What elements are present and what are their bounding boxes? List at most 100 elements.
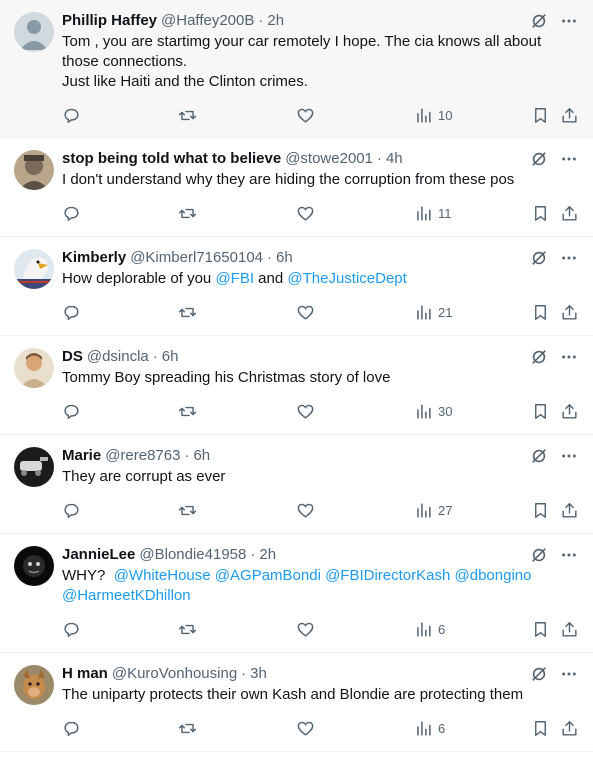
reply-button[interactable]: [62, 501, 81, 520]
avatar[interactable]: [14, 665, 54, 705]
like-button[interactable]: [296, 620, 315, 639]
avatar[interactable]: [14, 348, 54, 388]
views-button[interactable]: 30: [414, 402, 452, 421]
like-button[interactable]: [296, 204, 315, 223]
timestamp[interactable]: 6h: [193, 447, 210, 464]
more-options-icon[interactable]: [559, 149, 579, 169]
author-name[interactable]: JannieLee: [62, 546, 135, 563]
bookmark-button[interactable]: [531, 501, 550, 520]
author-handle[interactable]: @Blondie41958: [139, 546, 246, 563]
avatar[interactable]: [14, 249, 54, 289]
reply-tweet[interactable]: DS @dsincla · 6h Tommy Boy spreading his…: [0, 336, 593, 435]
reply-button[interactable]: [62, 402, 81, 421]
repost-button[interactable]: [178, 402, 197, 421]
grok-icon[interactable]: [529, 11, 549, 31]
bookmark-button[interactable]: [531, 204, 550, 223]
share-button[interactable]: [560, 501, 579, 520]
like-button[interactable]: [296, 303, 315, 322]
author-name[interactable]: Kimberly: [62, 249, 126, 266]
more-options-icon[interactable]: [559, 664, 579, 684]
grok-icon[interactable]: [529, 664, 549, 684]
timestamp[interactable]: 4h: [386, 150, 403, 167]
more-options-icon[interactable]: [559, 248, 579, 268]
reply-tweet[interactable]: Kimberly @Kimberl71650104 · 6h How deplo…: [0, 237, 593, 336]
repost-button[interactable]: [178, 501, 197, 520]
author-name[interactable]: stop being told what to believe: [62, 150, 281, 167]
bookmark-button[interactable]: [531, 719, 550, 738]
avatar[interactable]: [14, 546, 54, 586]
author-name[interactable]: H man: [62, 665, 108, 682]
mention-link[interactable]: @HarmeetKDhillon: [62, 587, 191, 604]
grok-icon[interactable]: [529, 248, 549, 268]
share-button[interactable]: [560, 106, 579, 125]
views-button[interactable]: 10: [414, 106, 452, 125]
author-handle[interactable]: @Haffey200B: [161, 12, 254, 29]
grok-icon[interactable]: [529, 446, 549, 466]
views-button[interactable]: 6: [414, 719, 445, 738]
grok-icon[interactable]: [529, 347, 549, 367]
share-button[interactable]: [560, 204, 579, 223]
reply-tweet[interactable]: Phillip Haffey @Haffey200B · 2h Tom , yo…: [0, 0, 593, 138]
views-button[interactable]: 21: [414, 303, 452, 322]
like-button[interactable]: [296, 719, 315, 738]
mention-link[interactable]: @AGPamBondi: [215, 567, 321, 584]
avatar[interactable]: [14, 447, 54, 487]
reply-tweet[interactable]: stop being told what to believe @stowe20…: [0, 138, 593, 237]
bookmark-button[interactable]: [531, 106, 550, 125]
mention-link[interactable]: @FBIDirectorKash: [325, 567, 450, 584]
reply-button[interactable]: [62, 303, 81, 322]
bookmark-button[interactable]: [531, 620, 550, 639]
reply-button[interactable]: [62, 106, 81, 125]
timestamp[interactable]: 3h: [250, 665, 267, 682]
like-button[interactable]: [296, 402, 315, 421]
reply-tweet[interactable]: Marie @rere8763 · 6h They are corrupt as…: [0, 435, 593, 534]
more-options-icon[interactable]: [559, 347, 579, 367]
mention-link[interactable]: @FBI: [215, 270, 254, 287]
author-handle[interactable]: @dsincla: [87, 348, 149, 365]
like-button[interactable]: [296, 106, 315, 125]
author-handle[interactable]: @stowe2001: [285, 150, 373, 167]
mention-link[interactable]: @dbongino: [455, 567, 532, 584]
avatar[interactable]: [14, 150, 54, 190]
share-button[interactable]: [560, 303, 579, 322]
reply-button[interactable]: [62, 620, 81, 639]
reply-button[interactable]: [62, 204, 81, 223]
author-handle[interactable]: @Kimberl71650104: [130, 249, 263, 266]
views-button[interactable]: 27: [414, 501, 452, 520]
repost-button[interactable]: [178, 204, 197, 223]
views-button[interactable]: 6: [414, 620, 445, 639]
repost-button[interactable]: [178, 719, 197, 738]
repost-button[interactable]: [178, 106, 197, 125]
timestamp[interactable]: 6h: [276, 249, 293, 266]
author-name[interactable]: Marie: [62, 447, 101, 464]
grok-icon[interactable]: [529, 545, 549, 565]
author-name[interactable]: Phillip Haffey: [62, 12, 157, 29]
avatar[interactable]: [14, 12, 54, 52]
grok-icon[interactable]: [529, 149, 549, 169]
reply-tweet[interactable]: JannieLee @Blondie41958 · 2h WHY? @White…: [0, 534, 593, 653]
share-button[interactable]: [560, 402, 579, 421]
repost-button[interactable]: [178, 303, 197, 322]
share-icon: [562, 503, 577, 518]
bookmark-button[interactable]: [531, 402, 550, 421]
more-options-icon[interactable]: [559, 545, 579, 565]
reply-tweet[interactable]: H man @KuroVonhousing · 3h The uniparty …: [0, 653, 593, 752]
timestamp[interactable]: 2h: [267, 12, 284, 29]
reply-button[interactable]: [62, 719, 81, 738]
repost-button[interactable]: [178, 620, 197, 639]
timestamp[interactable]: 6h: [162, 348, 179, 365]
more-options-icon[interactable]: [559, 446, 579, 466]
like-button[interactable]: [296, 501, 315, 520]
more-options-icon[interactable]: [559, 11, 579, 31]
view-count: 11: [438, 206, 452, 221]
views-button[interactable]: 11: [414, 204, 452, 223]
share-button[interactable]: [560, 719, 579, 738]
share-button[interactable]: [560, 620, 579, 639]
timestamp[interactable]: 2h: [259, 546, 276, 563]
author-handle[interactable]: @rere8763: [105, 447, 180, 464]
author-handle[interactable]: @KuroVonhousing: [112, 665, 237, 682]
author-name[interactable]: DS: [62, 348, 83, 365]
bookmark-button[interactable]: [531, 303, 550, 322]
mention-link[interactable]: @WhiteHouse: [114, 567, 211, 584]
mention-link[interactable]: @TheJusticeDept: [287, 270, 406, 287]
